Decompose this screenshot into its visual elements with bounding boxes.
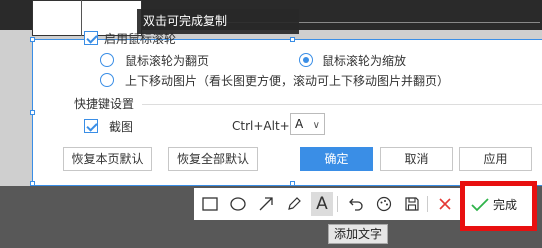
- restore-page-default-button[interactable]: 恢复本页默认: [63, 147, 152, 171]
- apply-button[interactable]: 应用: [459, 147, 532, 171]
- cancel-button[interactable]: 取消: [380, 147, 453, 171]
- save-icon[interactable]: [401, 192, 423, 216]
- done-label: 完成: [493, 198, 518, 212]
- restore-all-default-button[interactable]: 恢复全部默认: [168, 147, 258, 171]
- toolbar-separator: [427, 196, 428, 212]
- shortcut-divider: [142, 104, 542, 105]
- undo-icon[interactable]: [345, 192, 367, 216]
- ok-button[interactable]: 确定: [300, 147, 373, 171]
- thumbnail-divider: [81, 0, 82, 36]
- radio-scroll-zoom[interactable]: [299, 53, 313, 67]
- resize-handle-left[interactable]: [30, 110, 35, 115]
- pen-icon[interactable]: [283, 192, 305, 216]
- radio-move-image[interactable]: [100, 73, 114, 87]
- text-tool-tooltip: 添加文字: [328, 224, 389, 244]
- chevron-down-icon: ∨: [312, 120, 320, 131]
- toolbar-separator: [337, 196, 338, 212]
- resize-handle-top[interactable]: [290, 37, 295, 42]
- captured-settings-panel: 启用鼠标滚轮 鼠标滚轮为翻页 鼠标滚轮为缩放 上下移动图片（看长图更方便，滚动可…: [30, 31, 542, 186]
- copy-hint-tooltip: 双击可完成复制: [137, 9, 299, 34]
- screenshot-checkbox[interactable]: [84, 119, 98, 133]
- radio-scroll-page-label: 鼠标滚轮为翻页: [125, 54, 210, 68]
- done-content: 完成: [471, 196, 517, 213]
- close-icon[interactable]: [434, 192, 456, 216]
- screenshot-label: 截图: [109, 120, 134, 134]
- mosaic-icon[interactable]: [373, 192, 395, 216]
- rectangle-icon[interactable]: [199, 192, 221, 216]
- shortcut-key-value: A: [295, 117, 304, 131]
- screenshot-toolbar: A: [194, 188, 460, 220]
- check-icon: [471, 197, 489, 211]
- radio-move-image-label: 上下移动图片（看长图更方便，滚动可上下移动图片并翻页）: [125, 74, 450, 88]
- resize-handle-bottom-left[interactable]: [30, 181, 35, 186]
- arrow-icon[interactable]: [255, 192, 277, 216]
- radio-scroll-zoom-label: 鼠标滚轮为缩放: [322, 54, 407, 68]
- enable-scroll-checkbox[interactable]: [84, 31, 98, 45]
- shortcut-heading: 快捷键设置: [74, 97, 135, 111]
- ellipse-icon[interactable]: [227, 192, 249, 216]
- shortcut-modifier: Ctrl+Alt+: [232, 119, 290, 133]
- shortcut-key-select[interactable]: A ∨: [290, 113, 325, 135]
- resize-handle-top-left[interactable]: [30, 37, 35, 42]
- resize-handle-bottom[interactable]: [290, 181, 295, 186]
- radio-scroll-page[interactable]: [100, 53, 114, 67]
- done-button[interactable]: 完成: [460, 181, 537, 231]
- text-icon[interactable]: A: [311, 192, 333, 216]
